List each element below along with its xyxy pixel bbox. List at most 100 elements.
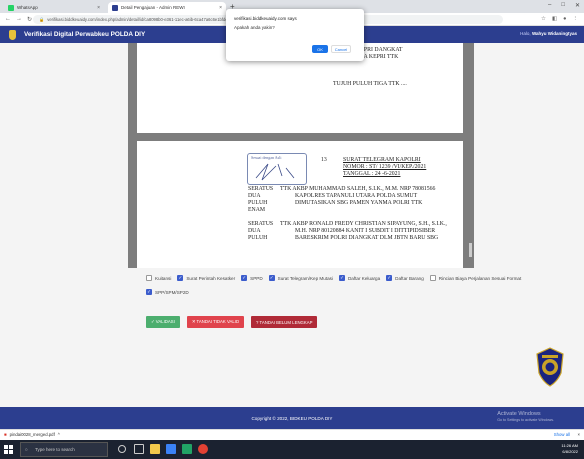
checkbox-label: SPPD [250, 275, 263, 281]
clock-date: 6/8/2022 [562, 449, 578, 454]
system-tray[interactable]: 11:26 AM 6/8/2022 [561, 443, 578, 455]
browser-toolbar-icons: ☆ ◧ ● ⋮ [541, 16, 578, 22]
footer-wrap: Copyright © 2022, BIDKEU POLDA DIY Activ… [0, 407, 584, 429]
close-icon[interactable]: × [577, 432, 580, 437]
checkbox-box[interactable]: ✓ [146, 289, 152, 295]
confirm-dialog: verifikasi.biddkeuaidy.com says Apakah a… [226, 9, 364, 61]
checkbox-label: Rincian Biaya Perjalanan Sesuai Format [438, 275, 522, 281]
doc-left: DUA [248, 228, 261, 234]
checkbox-box[interactable]: ✓ [241, 275, 248, 281]
menu-icon[interactable]: ⋮ [573, 16, 579, 22]
copyright-text: Copyright © 2022, BIDKEU POLDA DIY [251, 415, 333, 421]
mark-invalid-button[interactable]: ✕ TANDAI TIDAK VALID [186, 316, 245, 328]
app-title: Verifikasi Digital Perwabkeu POLDA DIY [24, 31, 146, 38]
close-window-button[interactable]: ✕ [575, 2, 580, 9]
checkbox-label: Surat Perintah Kesatker [186, 275, 236, 281]
checkbox-sppd[interactable]: ✓ SPPD [241, 275, 263, 281]
checkbox-spp-spm-sp2d[interactable]: ✓ SPP/SPM/SP2D [146, 289, 189, 295]
validate-button[interactable]: ✓ VALIDASI [146, 316, 180, 328]
bookmark-star-icon[interactable]: ☆ [541, 16, 546, 22]
ok-button[interactable]: OK [312, 45, 328, 53]
back-arrow-icon[interactable]: ← [5, 16, 11, 22]
doc-left: SERATUS [248, 221, 274, 227]
checkbox-surat-perintah[interactable]: ✓ Surat Perintah Kesatker [177, 275, 235, 281]
dialog-message: Apakah anda yakin? [234, 25, 275, 30]
reload-icon[interactable]: ↻ [27, 16, 32, 23]
search-placeholder: Type here to search [35, 447, 75, 452]
tab-detail-pengajuan[interactable]: Detail Pengajuan - Admin REWI × [108, 2, 226, 13]
forward-arrow-icon[interactable]: → [16, 16, 22, 22]
checkbox-box[interactable] [429, 275, 436, 281]
polda-logo-icon [9, 29, 16, 40]
doc-paragraph: KAPOLRES TAPANULI UTARA POLDA SUMUT [295, 193, 418, 199]
doc-ref: TANGGAL : 24 -6-2021 [343, 171, 401, 177]
download-item[interactable]: ■ pindai0028_merged.pdf ^ [4, 432, 60, 437]
extension-icon[interactable]: ◧ [552, 16, 557, 22]
download-filename: pindai0028_merged.pdf [9, 432, 55, 437]
doc-left: PULUH [248, 200, 268, 206]
tab-whatsapp[interactable]: WhatsApp × [4, 2, 104, 13]
checkbox-box[interactable]: ✓ [177, 275, 184, 281]
task-view-icon[interactable] [134, 444, 144, 454]
doc-ref: SURAT TELEGRAM KAPOLRI [343, 157, 421, 163]
profile-icon[interactable]: ● [563, 16, 566, 22]
checkbox-kuitansi[interactable]: Kuitansi [146, 275, 171, 281]
checkbox-box[interactable]: ✓ [386, 275, 393, 281]
close-tab-icon[interactable]: × [97, 5, 100, 11]
main-content: DIRPOLAIRUD POLDA KEPRI DANGKAT SBG DIRP… [0, 43, 584, 407]
doc-left: DUA [248, 193, 261, 199]
document-viewer[interactable]: DIRPOLAIRUD POLDA KEPRI DANGKAT SBG DIRP… [128, 43, 474, 268]
doc-ref: NOMOR : ST/ 1239 /VI/KEP./2021 [343, 164, 427, 170]
windows-start-icon[interactable] [4, 445, 13, 454]
doc-line: TUJUH PULUH TIGA TTK .... [333, 81, 407, 87]
lock-icon: 🔒 [39, 16, 45, 22]
document-page-2: Sesuai dengan Asli 13 SURAT TELEGRAM KAP… [137, 141, 463, 268]
checkbox-label: Daftar Keluarga [347, 275, 381, 281]
url-text: verifikasi.biddkeuaidy.com/index.php/adm… [47, 17, 237, 22]
minimize-button[interactable]: – [548, 2, 551, 9]
user-name: Wahyu Widaningtyas [531, 31, 577, 36]
action-buttons: ✓ VALIDASI ✕ TANDAI TIDAK VALID ? TANDAI… [146, 316, 318, 328]
whatsapp-icon [8, 4, 14, 11]
checkbox-surat-telegram[interactable]: ✓ Surat Telegram/Kep Mutasi [268, 275, 333, 281]
windows-taskbar: ○ Type here to search 11:26 AM 6/8/2022 [0, 440, 584, 459]
close-tab-icon[interactable]: × [219, 5, 222, 11]
taskbar-search-input[interactable]: ○ Type here to search [20, 442, 108, 457]
legalization-stamp: Sesuai dengan Asli [247, 153, 307, 185]
doc-item-number: 13 [321, 157, 327, 163]
checkbox-daftar-keluarga[interactable]: ✓ Daftar Keluarga [338, 275, 381, 281]
tab-label: WhatsApp [17, 5, 38, 10]
doc-paragraph: TTK AKBP RONALD FREDY CHRISTIAN SIPAYUNG… [280, 221, 447, 227]
checkbox-box[interactable]: ✓ [268, 275, 275, 281]
scrollbar-thumb[interactable] [469, 243, 472, 257]
checkbox-label: Surat Telegram/Kep Mutasi [277, 275, 333, 281]
doc-paragraph: BARESKRIM POLRI DIANGKAT DLM JBTN BARU S… [295, 235, 439, 241]
tab-label: Detail Pengajuan - Admin REWI [121, 5, 185, 10]
cancel-button[interactable]: Cancel [331, 45, 351, 53]
checkbox-box[interactable]: ✓ [338, 275, 345, 281]
pdf-file-icon: ■ [4, 432, 7, 437]
checkbox-daftar-barang[interactable]: ✓ Daftar Barang [386, 275, 424, 281]
maximize-button[interactable]: □ [561, 2, 565, 9]
show-all-link[interactable]: Show all [554, 432, 570, 437]
store-icon[interactable] [166, 444, 176, 454]
user-info[interactable]: Halo, Wahyu Widaningtyas [520, 31, 577, 36]
download-bar: ■ pindai0028_merged.pdf ^ Show all × [0, 429, 584, 440]
cortana-icon[interactable] [118, 445, 126, 453]
activate-windows-watermark: Activate Windows Go to Settings to activ… [497, 411, 554, 423]
checkbox-label: Daftar Barang [395, 275, 424, 281]
chevron-up-icon[interactable]: ^ [58, 432, 60, 437]
chrome-icon[interactable] [198, 444, 208, 454]
checkbox-rincian-biaya[interactable]: Rincian Biaya Perjalanan Sesuai Format [429, 275, 522, 281]
excel-icon[interactable] [182, 444, 192, 454]
checkbox-label: SPP/SPM/SP2D [155, 289, 189, 295]
checkbox-box[interactable] [146, 275, 152, 281]
signature-icon [255, 163, 295, 181]
doc-left: SERATUS [248, 186, 274, 192]
doc-left: PULUH [248, 235, 268, 241]
file-explorer-icon[interactable] [150, 444, 160, 454]
mark-incomplete-button[interactable]: ? TANDAI BELUM LENGKAP [251, 316, 318, 328]
document-checklist: Kuitansi ✓ Surat Perintah Kesatker ✓ SPPD … [146, 275, 570, 303]
user-greeting: Halo, [520, 31, 531, 36]
doc-paragraph: M.H. NRP 80120884 KANIT I SUBDIT I DITTI… [295, 228, 436, 234]
